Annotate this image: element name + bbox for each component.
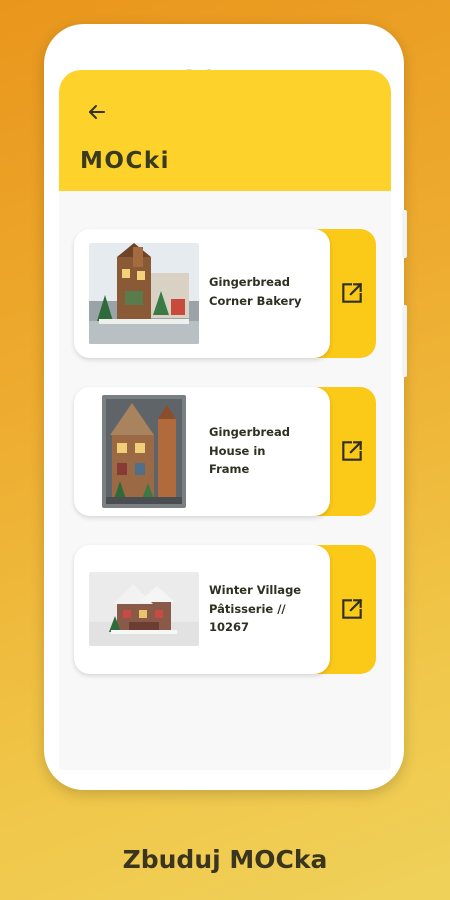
open-in-new-icon: [342, 282, 363, 303]
card-title-line: Corner Bakery: [209, 293, 302, 308]
gingerbread-bakery-thumbnail: [89, 243, 199, 344]
card-title: Gingerbread Corner Bakery: [209, 273, 309, 310]
card-title-line: Winter Village: [209, 583, 302, 597]
list-item: Winter Village Pâtisserie // 10267: [74, 545, 376, 674]
card-title-line: 10267: [209, 620, 250, 634]
promo-caption: Zbuduj MOCka: [122, 845, 328, 874]
card-title-line: Gingerbread: [209, 275, 290, 289]
card-content[interactable]: Winter Village Pâtisserie // 10267: [74, 545, 330, 674]
open-in-new-icon: [342, 598, 363, 619]
card-title: Gingerbread House in Frame: [209, 423, 309, 479]
gingerbread-house-thumbnail: [102, 395, 186, 508]
phone-side-button-upper: [402, 210, 407, 258]
page-title: MOCki: [80, 148, 170, 174]
arrow-left-icon: [89, 105, 105, 119]
list-item: Gingerbread House in Frame: [74, 387, 376, 516]
card-content[interactable]: Gingerbread House in Frame: [74, 387, 330, 516]
card-title-line: House in: [209, 443, 266, 458]
card-content[interactable]: Gingerbread Corner Bakery: [74, 229, 330, 358]
card-title-line: Pâtisserie //: [209, 601, 286, 616]
back-button[interactable]: [85, 100, 109, 124]
open-in-new-icon: [342, 440, 363, 461]
card-title-line: Gingerbread: [209, 425, 290, 439]
app-bar: MOCki: [59, 70, 391, 191]
card-title: Winter Village Pâtisserie // 10267: [209, 581, 309, 637]
winter-village-patisserie-thumbnail: [89, 572, 199, 646]
app-screen: MOCki Gingerbread Corner Bakery Gingerbr…: [59, 70, 391, 770]
card-title-line: Frame: [209, 462, 250, 476]
phone-side-button-lower: [402, 305, 407, 377]
list-item: Gingerbread Corner Bakery: [74, 229, 376, 358]
